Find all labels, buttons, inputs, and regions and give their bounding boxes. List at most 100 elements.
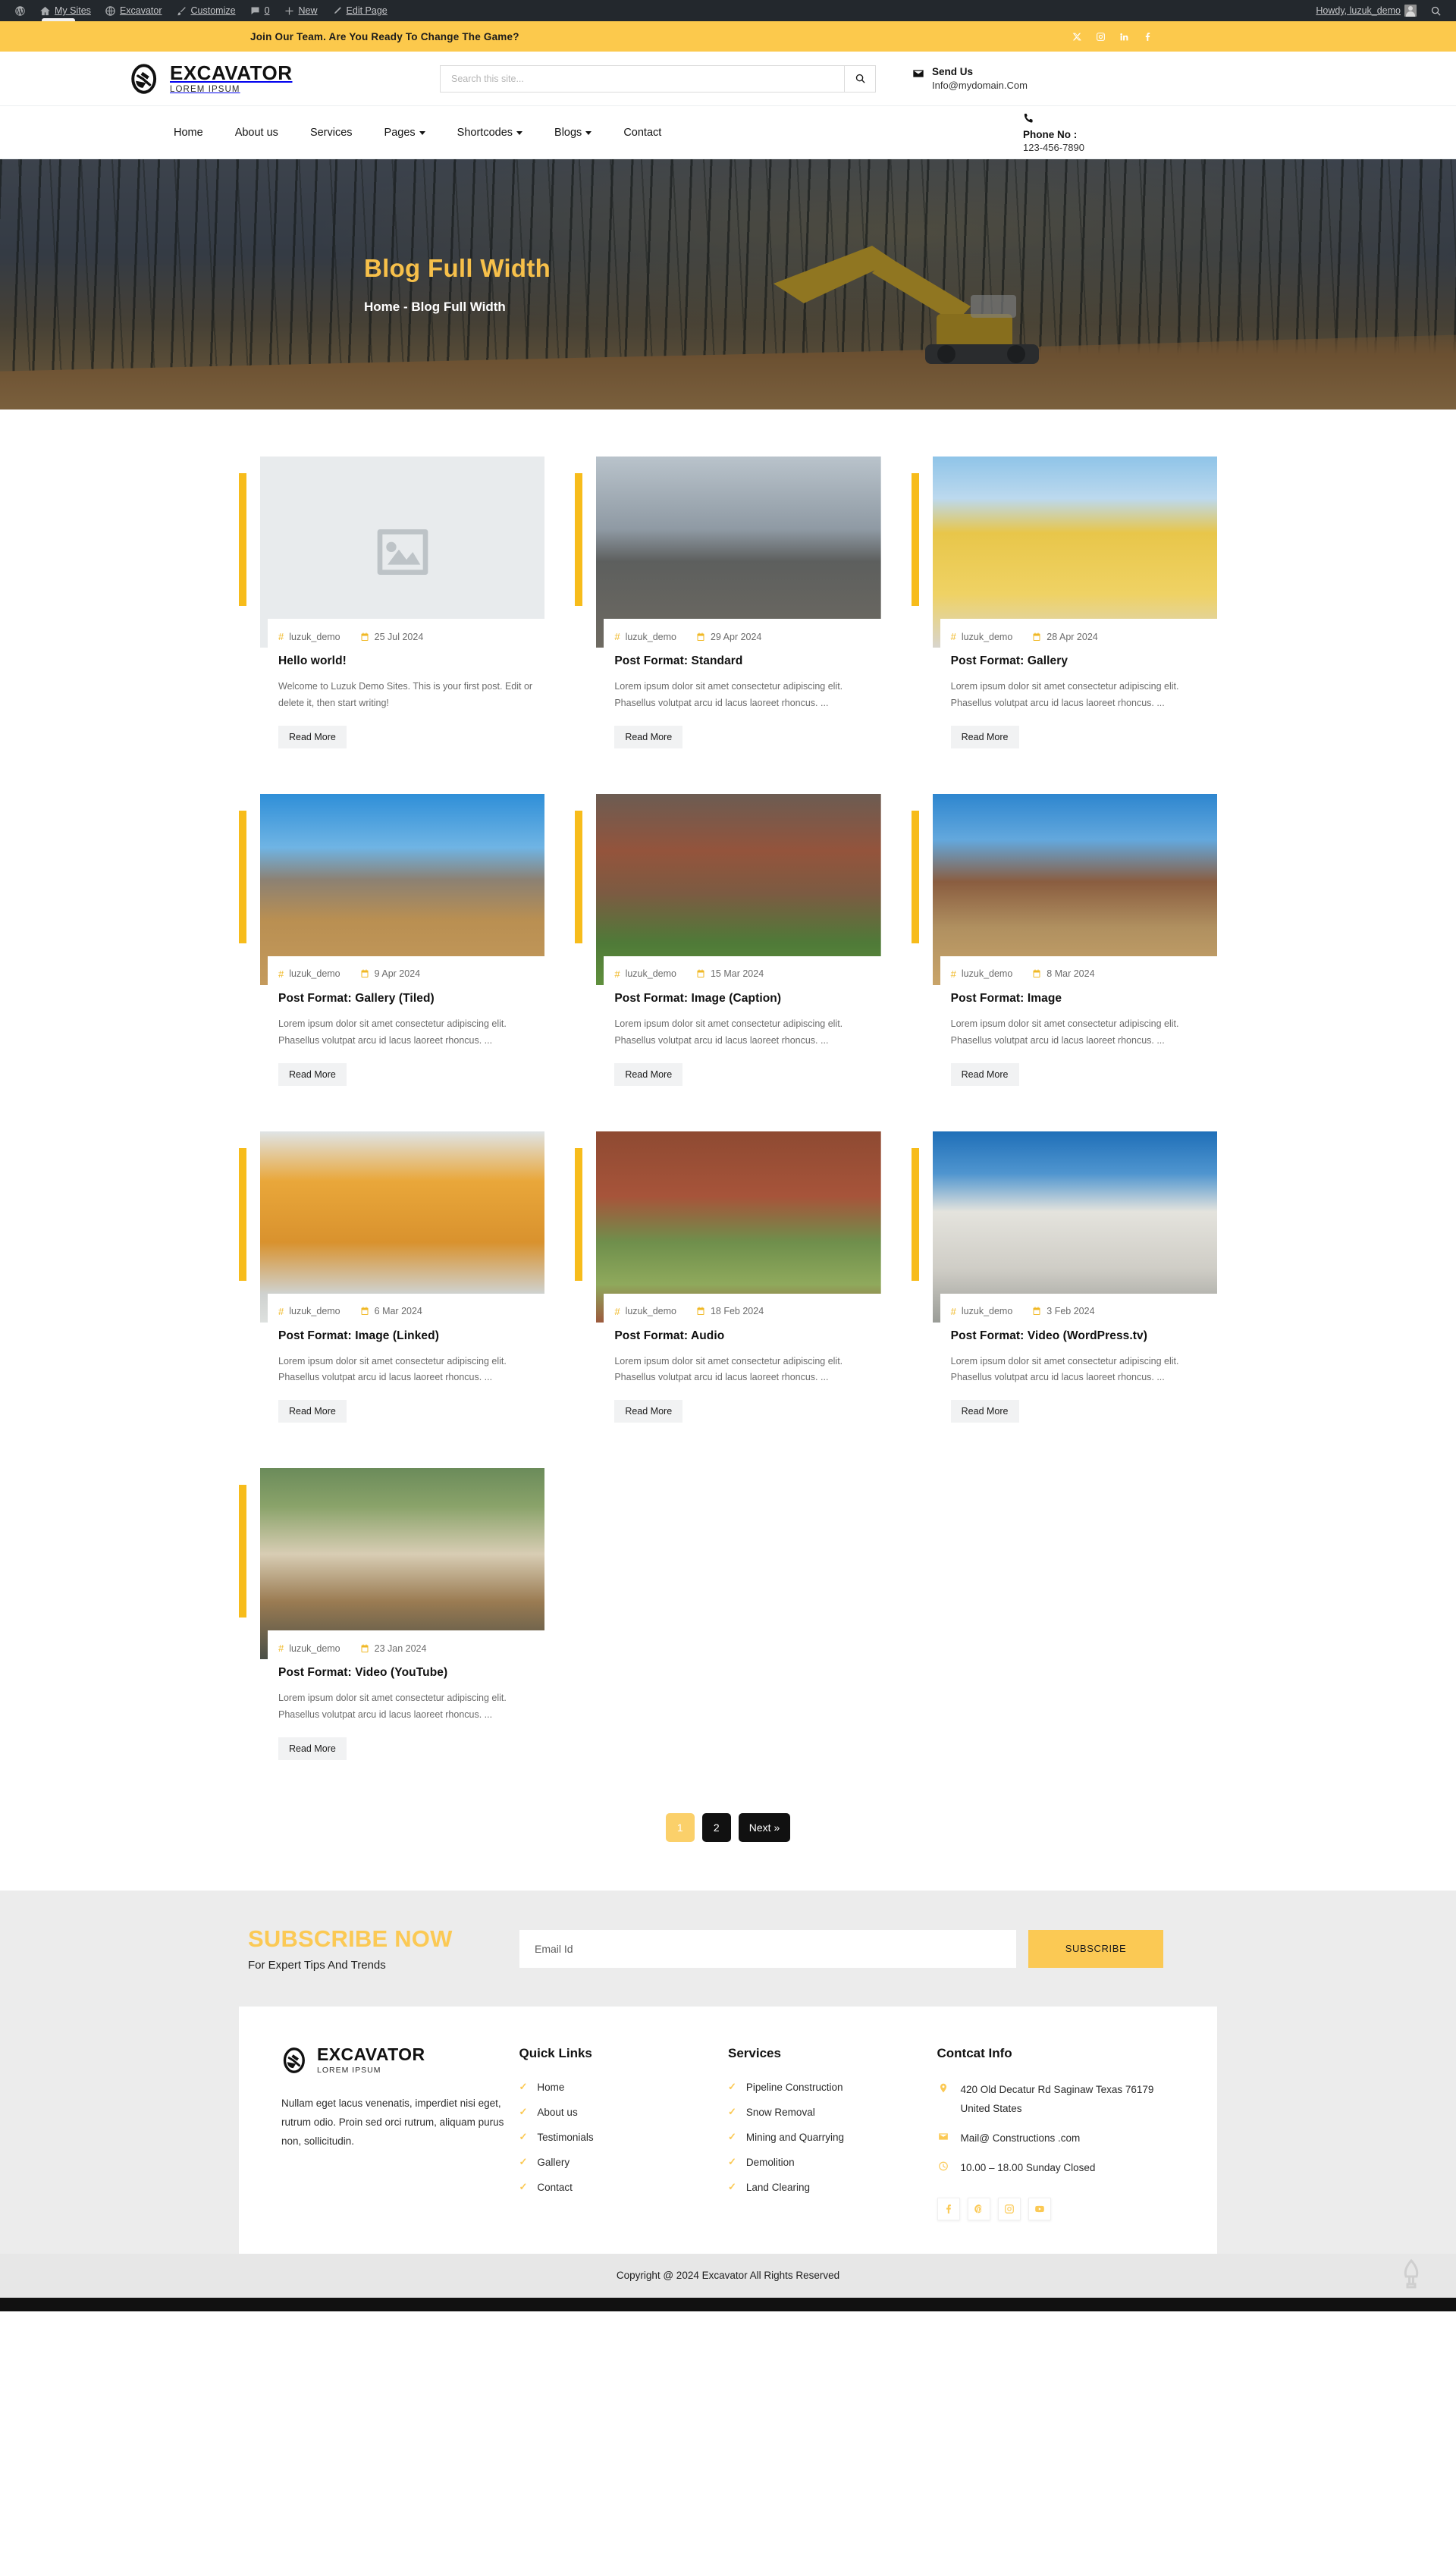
scroll-to-top-button[interactable] <box>1398 2258 1424 2289</box>
post-title[interactable]: Post Format: Image (Caption) <box>614 992 880 1006</box>
footer-service-demolition[interactable]: ✓ Demolition <box>728 2156 937 2168</box>
blog-post-card[interactable]: # luzuk_demo 9 Apr 2024 Post Format: Gall… <box>239 793 545 1086</box>
nav-item-about-us[interactable]: About us <box>219 127 294 139</box>
read-more-button[interactable]: Read More <box>278 725 347 748</box>
search-submit-button[interactable] <box>844 64 876 93</box>
topbar-social-links <box>1072 32 1433 42</box>
youtube-link[interactable] <box>1028 2197 1051 2220</box>
hash-icon: # <box>950 968 956 980</box>
facebook-link[interactable] <box>1143 32 1153 42</box>
admin-bar-site-name[interactable]: Excavator <box>98 0 169 21</box>
wordpress-logo-menu[interactable] <box>8 0 33 21</box>
blog-post-card[interactable]: # luzuk_demo 23 Jan 2024 Post Format: Vid… <box>239 1468 545 1760</box>
admin-bar-howdy[interactable]: Howdy, luzuk_demo <box>1309 0 1423 21</box>
post-date-label: 9 Apr 2024 <box>374 968 421 980</box>
site-logo-link[interactable]: EXCAVATOR LOREM IPSUM <box>121 63 440 95</box>
blog-post-card[interactable]: # luzuk_demo 3 Feb 2024 Post Format: Vide… <box>911 1131 1217 1423</box>
post-author: # luzuk_demo <box>951 1306 1013 1317</box>
header-phone-value: 123-456-7890 <box>1023 142 1084 153</box>
footer-service-pipeline-construction[interactable]: ✓ Pipeline Construction <box>728 2081 937 2093</box>
post-title[interactable]: Post Format: Standard <box>614 654 880 668</box>
pinterest-link[interactable] <box>967 2197 990 2220</box>
read-more-button[interactable]: Read More <box>614 1400 683 1423</box>
read-more-button[interactable]: Read More <box>614 1062 683 1086</box>
footer-service-snow-removal[interactable]: ✓ Snow Removal <box>728 2106 937 2118</box>
admin-bar-search-button[interactable] <box>1423 0 1448 21</box>
facebook-icon <box>946 2204 951 2214</box>
post-title[interactable]: Post Format: Gallery <box>951 654 1217 668</box>
blog-post-card[interactable]: # luzuk_demo 29 Apr 2024 Post Format: Sta… <box>575 457 881 748</box>
read-more-button[interactable]: Read More <box>950 1062 1019 1086</box>
post-date: 8 Mar 2024 <box>1032 968 1095 979</box>
footer-link-contact[interactable]: ✓ Contact <box>519 2181 729 2193</box>
read-more-button[interactable]: Read More <box>614 725 683 748</box>
pagination-page-1[interactable]: 1 <box>665 1813 695 1842</box>
x-twitter-link[interactable] <box>1072 32 1082 42</box>
header-phone-block: Phone No : 123-456-7890 <box>1023 112 1335 153</box>
pagination-page-2[interactable]: 2 <box>701 1813 731 1842</box>
search-input[interactable] <box>440 64 844 93</box>
blog-post-card[interactable]: # luzuk_demo 18 Feb 2024 Post Format: Aud… <box>575 1131 881 1423</box>
nav-item-blogs[interactable]: Blogs <box>538 127 607 139</box>
nav-item-pages[interactable]: Pages <box>369 127 441 139</box>
instagram-icon <box>1097 32 1105 41</box>
instagram-link[interactable] <box>997 2197 1021 2220</box>
check-icon: ✓ <box>519 2106 528 2117</box>
footer-link-gallery[interactable]: ✓ Gallery <box>519 2156 729 2168</box>
post-author-label: luzuk_demo <box>289 1306 340 1316</box>
post-title[interactable]: Hello world! <box>278 654 544 668</box>
pinterest-icon <box>974 2204 982 2214</box>
footer-logo[interactable]: EXCAVATOR LOREM IPSUM <box>281 2046 519 2075</box>
blog-post-card[interactable]: # luzuk_demo 8 Mar 2024 Post Format: Imag… <box>911 793 1217 1086</box>
card-accent-bar <box>911 810 919 943</box>
instagram-link[interactable] <box>1096 32 1106 42</box>
post-author-label: luzuk_demo <box>961 631 1013 642</box>
post-title[interactable]: Post Format: Image (Linked) <box>278 1329 544 1343</box>
admin-bar-customize[interactable]: Customize <box>169 0 243 21</box>
read-more-button[interactable]: Read More <box>950 725 1019 748</box>
post-title[interactable]: Post Format: Video (YouTube) <box>278 1666 544 1680</box>
nav-item-services[interactable]: Services <box>294 127 369 139</box>
hash-icon: # <box>278 1305 284 1317</box>
admin-bar-edit-page[interactable]: Edit Page <box>325 0 394 21</box>
check-icon: ✓ <box>519 2181 528 2192</box>
card-accent-bar <box>575 473 583 606</box>
post-title[interactable]: Post Format: Video (WordPress.tv) <box>951 1329 1217 1343</box>
blog-post-card[interactable]: # luzuk_demo 15 Mar 2024 Post Format: Ima… <box>575 793 881 1086</box>
post-title[interactable]: Post Format: Gallery (Tiled) <box>278 992 544 1006</box>
post-meta: # luzuk_demo 9 Apr 2024 <box>278 968 544 980</box>
post-author: # luzuk_demo <box>951 968 1013 980</box>
envelope-icon <box>913 70 924 77</box>
read-more-button[interactable]: Read More <box>278 1737 347 1760</box>
admin-bar-comments[interactable]: 0 <box>243 0 277 21</box>
footer-service-land-clearing[interactable]: ✓ Land Clearing <box>728 2181 937 2193</box>
linkedin-link[interactable] <box>1119 32 1129 42</box>
footer-link-testimonials[interactable]: ✓ Testimonials <box>519 2131 729 2143</box>
check-icon: ✓ <box>728 2181 736 2192</box>
post-title[interactable]: Post Format: Image <box>951 992 1217 1006</box>
footer-service-mining-and-quarrying[interactable]: ✓ Mining and Quarrying <box>728 2131 937 2143</box>
blog-post-card[interactable]: # luzuk_demo 6 Mar 2024 Post Format: Imag… <box>239 1131 545 1423</box>
footer-email[interactable]: Mail@ Constructions .com <box>961 2129 1081 2148</box>
footer-services-list: ✓ Pipeline Construction ✓ Snow Removal ✓ Mi… <box>728 2081 937 2193</box>
blog-post-card[interactable]: # luzuk_demo 25 Jul 2024 Hello world! Wel… <box>239 457 545 748</box>
post-meta: # luzuk_demo 28 Apr 2024 <box>951 631 1217 642</box>
pagination-next-button[interactable]: Next » <box>738 1813 791 1842</box>
subscribe-button[interactable]: SUBSCRIBE <box>1028 1929 1163 1968</box>
footer-link-about-us[interactable]: ✓ About us <box>519 2106 729 2118</box>
read-more-button[interactable]: Read More <box>278 1062 347 1086</box>
email-field[interactable] <box>519 1929 1016 1968</box>
footer-link-home[interactable]: ✓ Home <box>519 2081 729 2093</box>
read-more-button[interactable]: Read More <box>950 1400 1019 1423</box>
blog-post-card[interactable]: # luzuk_demo 28 Apr 2024 Post Format: Gal… <box>911 457 1217 748</box>
facebook-link[interactable] <box>937 2197 960 2220</box>
read-more-button[interactable]: Read More <box>278 1400 347 1423</box>
footer-hours: 10.00 – 18.00 Sunday Closed <box>960 2161 1096 2173</box>
nav-item-contact[interactable]: Contact <box>607 127 677 139</box>
nav-label: About us <box>234 127 278 139</box>
nav-item-home[interactable]: Home <box>158 127 219 139</box>
nav-item-shortcodes[interactable]: Shortcodes <box>441 127 538 139</box>
post-title[interactable]: Post Format: Audio <box>614 1329 880 1343</box>
admin-bar-new[interactable]: New <box>277 0 325 21</box>
subscribe-title: SUBSCRIBE NOW <box>248 1925 453 1952</box>
